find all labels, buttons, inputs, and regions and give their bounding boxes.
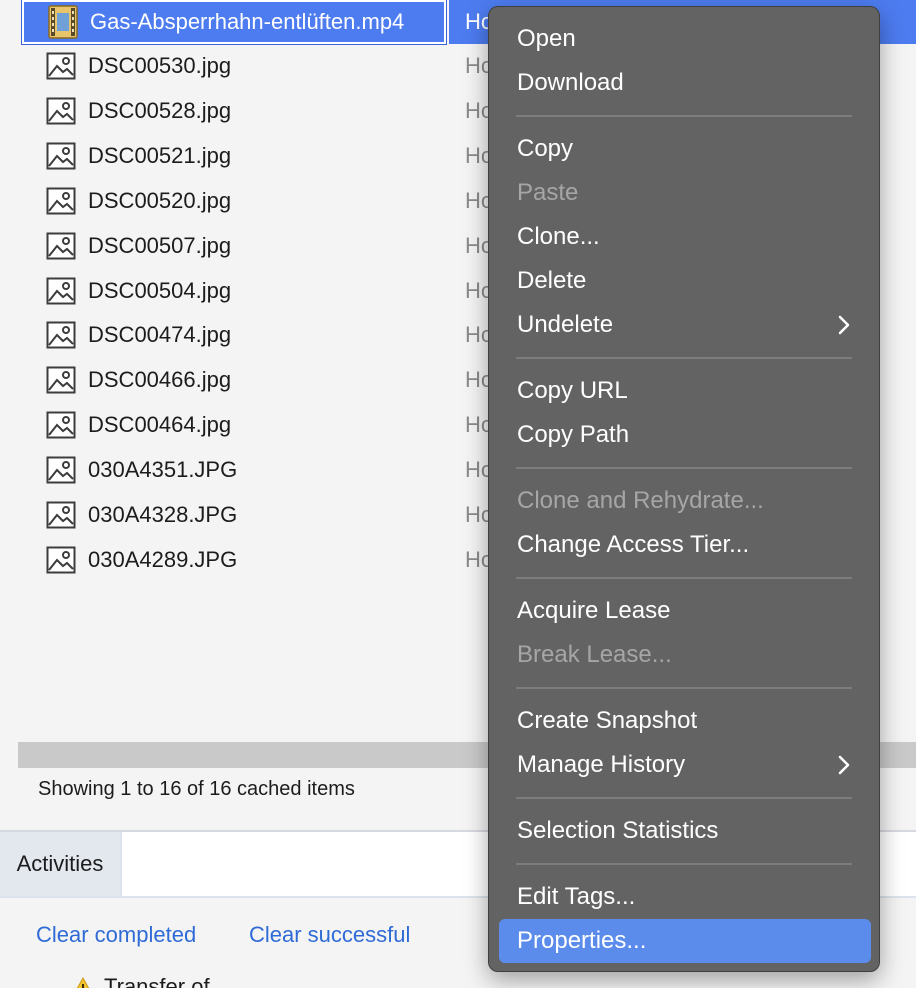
menu-item-label: Copy Path	[517, 421, 630, 448]
file-name-cell[interactable]: DSC00504.jpg	[22, 269, 446, 313]
image-file-icon	[46, 321, 76, 349]
file-name: DSC00466.jpg	[88, 367, 232, 393]
menu-item-selection-statistics[interactable]: Selection Statistics	[499, 809, 871, 853]
menu-separator	[516, 797, 852, 799]
menu-item-label: Edit Tags...	[517, 883, 636, 910]
menu-item-properties[interactable]: Properties...	[499, 919, 871, 963]
image-file-icon	[46, 546, 76, 574]
file-name: DSC00521.jpg	[88, 142, 232, 168]
image-file-icon	[46, 456, 76, 484]
menu-item-label: Copy URL	[517, 377, 628, 404]
menu-separator	[516, 687, 852, 689]
image-file-icon	[46, 232, 76, 260]
file-name-cell[interactable]: DSC00520.jpg	[22, 179, 446, 223]
menu-item-label: Delete	[517, 267, 587, 294]
chevron-right-icon	[833, 314, 855, 336]
menu-item-change-access-tier[interactable]: Change Access Tier...	[499, 523, 871, 567]
menu-separator	[516, 467, 852, 469]
image-file-icon	[46, 277, 76, 305]
menu-separator	[516, 115, 852, 117]
image-file-icon	[46, 501, 76, 529]
storage-explorer-window: Gas-Absperrhahn-entlüften.mp4 Ho DSC00530.…	[0, 0, 916, 988]
menu-item-label: Copy	[517, 135, 574, 162]
file-name: DSC00520.jpg	[88, 187, 232, 213]
menu-separator	[516, 863, 852, 865]
cache-status-text: Showing 1 to 16 of 16 cached items	[38, 778, 355, 800]
activity-item: Transfer of	[72, 974, 210, 988]
menu-item-create-snapshot[interactable]: Create Snapshot	[499, 699, 871, 743]
file-name: DSC00507.jpg	[88, 232, 232, 258]
video-file-icon	[48, 5, 78, 39]
file-name-cell[interactable]: DSC00474.jpg	[22, 313, 446, 357]
file-name-cell[interactable]: DSC00530.jpg	[22, 44, 446, 88]
file-name-cell[interactable]: 030A4289.JPG	[22, 538, 446, 582]
clear-completed-link[interactable]: Clear completed	[36, 922, 196, 948]
menu-item-label: Download	[517, 69, 624, 96]
menu-item-label: Create Snapshot	[517, 707, 698, 734]
file-name: DSC00464.jpg	[88, 412, 232, 438]
menu-item-manage-history[interactable]: Manage History	[499, 743, 871, 787]
file-name-cell[interactable]: DSC00528.jpg	[22, 89, 446, 133]
clear-successful-link[interactable]: Clear successful	[249, 922, 410, 948]
menu-item-copy[interactable]: Copy	[499, 127, 871, 171]
menu-item-label: Paste	[517, 179, 579, 206]
menu-item-paste[interactable]: Paste	[499, 171, 871, 215]
tab-activities-label: Activities	[16, 851, 104, 876]
file-name-cell[interactable]: DSC00464.jpg	[22, 403, 446, 447]
menu-item-label: Change Access Tier...	[517, 531, 750, 558]
menu-item-download[interactable]: Download	[499, 61, 871, 105]
tab-activities[interactable]: Activities	[0, 832, 120, 896]
menu-item-label: Break Lease...	[517, 641, 672, 668]
file-name: DSC00474.jpg	[88, 322, 232, 348]
menu-item-label: Clone and Rehydrate...	[517, 487, 764, 514]
context-menu: Open Download Copy Paste Clone... Delete Undel…	[488, 6, 880, 972]
menu-item-label: Selection Statistics	[517, 817, 719, 844]
menu-item-undelete[interactable]: Undelete	[499, 303, 871, 347]
file-name-cell[interactable]: DSC00507.jpg	[22, 224, 446, 268]
image-file-icon	[46, 52, 76, 80]
image-file-icon	[46, 366, 76, 394]
file-name: Gas-Absperrhahn-entlüften.mp4	[90, 9, 405, 34]
menu-item-open[interactable]: Open	[499, 17, 871, 61]
file-name-cell[interactable]: Gas-Absperrhahn-entlüften.mp4	[21, 0, 447, 45]
file-name: DSC00530.jpg	[88, 53, 232, 78]
file-name: 030A4328.JPG	[88, 502, 238, 527]
file-name-cell[interactable]: DSC00466.jpg	[22, 358, 446, 402]
menu-separator	[516, 577, 852, 579]
menu-item-delete[interactable]: Delete	[499, 259, 871, 303]
menu-item-clone[interactable]: Clone...	[499, 215, 871, 259]
menu-item-label: Acquire Lease	[517, 597, 671, 624]
menu-item-acquire-lease[interactable]: Acquire Lease	[499, 589, 871, 633]
menu-item-copy-path[interactable]: Copy Path	[499, 413, 871, 457]
file-name: DSC00504.jpg	[88, 277, 232, 303]
menu-item-label: Properties...	[517, 927, 647, 954]
file-name-cell[interactable]: 030A4328.JPG	[22, 493, 446, 537]
menu-separator	[516, 357, 852, 359]
menu-item-label: Clone...	[517, 223, 600, 250]
menu-item-copy-url[interactable]: Copy URL	[499, 369, 871, 413]
menu-item-label: Open	[517, 25, 576, 52]
file-name-cell[interactable]: DSC00521.jpg	[22, 134, 446, 178]
file-name-cell[interactable]: 030A4351.JPG	[22, 448, 446, 492]
activity-item-text: Transfer of	[104, 974, 210, 988]
image-file-icon	[46, 187, 76, 215]
image-file-icon	[46, 142, 76, 170]
file-name: DSC00528.jpg	[88, 97, 232, 123]
image-file-icon	[46, 97, 76, 125]
file-name: 030A4289.JPG	[88, 546, 238, 572]
menu-item-break-lease[interactable]: Break Lease...	[499, 633, 871, 677]
warning-icon	[76, 977, 90, 988]
image-file-icon	[46, 411, 76, 439]
menu-item-edit-tags[interactable]: Edit Tags...	[499, 875, 871, 919]
menu-item-label: Manage History	[517, 751, 686, 778]
menu-item-clone-and-rehydrate[interactable]: Clone and Rehydrate...	[499, 479, 871, 523]
menu-item-label: Undelete	[517, 311, 614, 338]
file-name: 030A4351.JPG	[88, 457, 238, 483]
chevron-right-icon	[833, 754, 855, 776]
